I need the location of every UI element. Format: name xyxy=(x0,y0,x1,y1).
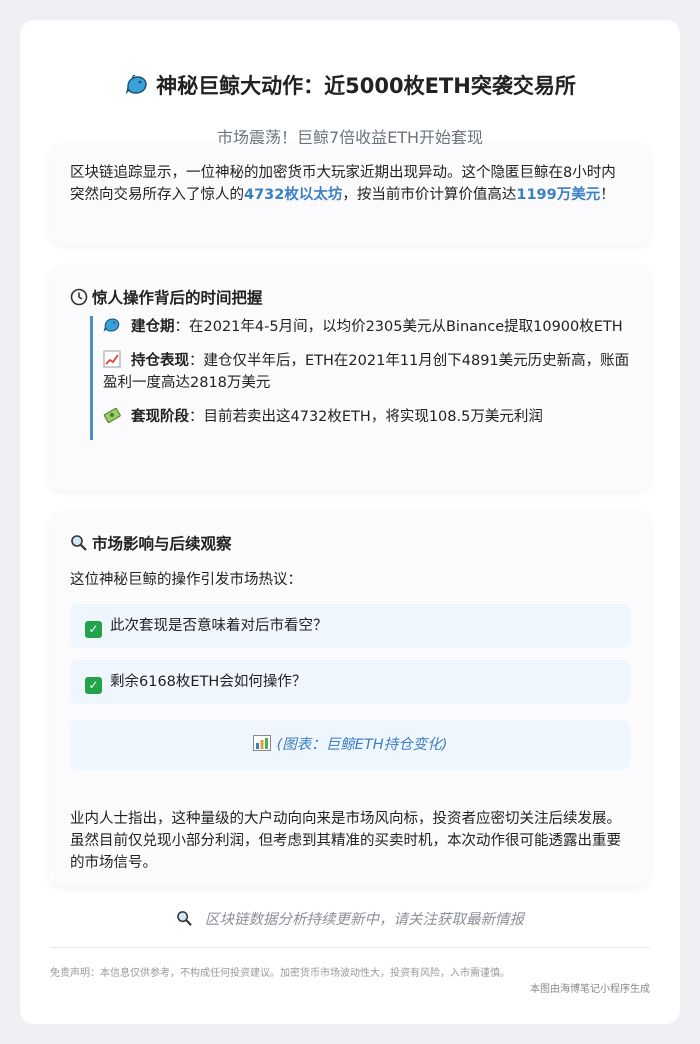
magnifier-icon xyxy=(176,910,193,928)
divider xyxy=(50,947,650,948)
timeline: 建仓期：在2021年4-5月间，以均价2305美元从Binance提取10900… xyxy=(90,316,630,440)
question-text: 此次套现是否意味着对后市看空？ xyxy=(110,618,328,634)
chart-placeholder: (图表：巨鲸ETH持仓变化) xyxy=(70,720,630,770)
impact-section: 市场影响与后续观察 这位神秘巨鲸的操作引发市场热议： ✓ 此次套现是否意味着对后市… xyxy=(50,512,650,886)
timeline-item: 持仓表现：建仓仅半年后，ETH在2021年11月创下4891美元历史新高，账面盈… xyxy=(103,350,630,394)
whale-icon xyxy=(124,73,150,98)
whale-icon xyxy=(103,316,131,338)
impact-title-text: 市场影响与后续观察 xyxy=(92,535,232,553)
credit: 本图由海博笔记小程序生成 xyxy=(530,984,650,995)
bar-chart-icon xyxy=(252,720,271,770)
footer-note-text: 区块链数据分析持续更新中，请关注获取最新情报 xyxy=(205,912,524,928)
check-icon: ✓ xyxy=(85,677,102,694)
timeline-item: 建仓期：在2021年4-5月间，以均价2305美元从Binance提取10900… xyxy=(103,316,630,338)
article-card: 神秘巨鲸大动作：近5000枚ETH突袭交易所 市场震荡！巨鲸7倍收益ETH开始套… xyxy=(20,20,680,1024)
page-title: 神秘巨鲸大动作：近5000枚ETH突袭交易所 xyxy=(20,70,680,100)
intro-text-c: ！ xyxy=(600,187,615,203)
timeline-item: 套现阶段：目前若卖出这4732枚ETH，将实现108.5万美元利润 xyxy=(103,406,630,428)
chart-placeholder-text: (图表：巨鲸ETH持仓变化) xyxy=(276,737,448,753)
timeline-item-label: 持仓表现 xyxy=(131,353,189,369)
intro-box: 区块链追踪显示，一位神秘的加密货币大玩家近期出现异动。这个隐匿巨鲸在8小时内突然… xyxy=(50,144,650,244)
question-item: ✓ 剩余6168枚ETH会如何操作？ xyxy=(70,660,630,704)
footer-note: 区块链数据分析持续更新中，请关注获取最新情报 xyxy=(20,908,680,929)
page-title-text: 神秘巨鲸大动作：近5000枚ETH突袭交易所 xyxy=(156,74,576,98)
impact-lead: 这位神秘巨鲸的操作引发市场热议： xyxy=(70,572,302,588)
timeline-item-text: ：在2021年4-5月间，以均价2305美元从Binance提取10900枚ET… xyxy=(174,319,623,335)
timeline-title-text: 惊人操作背后的时间把握 xyxy=(92,289,263,307)
timeline-item-label: 建仓期 xyxy=(131,319,175,335)
intro-highlight-eth: 4732枚以太坊 xyxy=(244,187,343,203)
magnifier-icon xyxy=(70,534,92,553)
timeline-item-label: 套现阶段 xyxy=(131,409,189,425)
impact-conclusion: 业内人士指出，这种量级的大户动向向来是市场风向标，投资者应密切关注后续发展。虽然… xyxy=(70,811,621,871)
chart-up-icon xyxy=(103,350,131,372)
clock-icon xyxy=(70,288,92,307)
timeline-section: 惊人操作背后的时间把握 建仓期：在2021年4-5月间，以均价2305美元从Bi… xyxy=(50,266,650,490)
timeline-section-title: 惊人操作背后的时间把握 xyxy=(70,286,263,308)
disclaimer: 免责声明：本信息仅供参考，不构成任何投资建议。加密货币市场波动性大，投资有风险，… xyxy=(50,968,510,979)
question-item: ✓ 此次套现是否意味着对后市看空？ xyxy=(70,604,630,648)
question-text: 剩余6168枚ETH会如何操作？ xyxy=(110,674,307,690)
timeline-item-text: ：目前若卖出这4732枚ETH，将实现108.5万美元利润 xyxy=(189,409,543,425)
money-icon xyxy=(103,406,131,428)
impact-section-title: 市场影响与后续观察 xyxy=(70,532,232,554)
check-icon: ✓ xyxy=(85,621,102,638)
intro-highlight-usd: 1199万美元 xyxy=(516,187,601,203)
intro-text-b: ，按当前市价计算价值高达 xyxy=(342,187,517,203)
